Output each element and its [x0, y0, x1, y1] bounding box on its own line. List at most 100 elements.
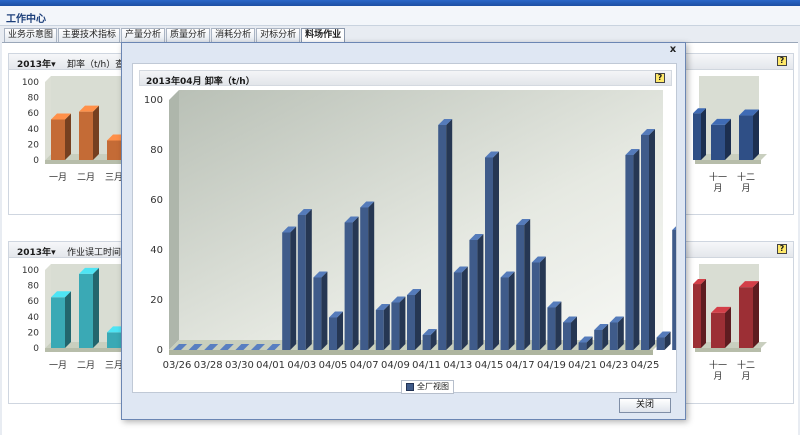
app-title: 工作中心	[6, 14, 46, 25]
bar-二月	[79, 267, 99, 348]
x-tick-label: 04/23	[599, 360, 628, 371]
y-tick-label: 100	[22, 78, 39, 88]
bar-day-17-side	[446, 119, 453, 350]
bar-day-20-side	[493, 151, 499, 350]
tab-2[interactable]: 产量分析	[121, 28, 166, 42]
bar-day-8-front	[297, 215, 306, 350]
legend-swatch	[406, 383, 414, 391]
x-tick-label: 03/30	[225, 360, 254, 371]
bar-day-18-side	[461, 266, 468, 350]
dialog-body: 2013年04月 卸率（t/h） ? 0 20 40 60 80 100 03/26 03/2…	[132, 63, 677, 394]
x-tick-label: 04/19	[537, 360, 566, 371]
close-icon[interactable]: x	[667, 45, 679, 56]
x-tick-label: 十二	[737, 359, 755, 371]
chart-legend[interactable]: 全厂视图	[401, 380, 454, 394]
floor-front-right	[695, 160, 761, 164]
x-tick-label: 月	[713, 371, 722, 382]
help-icon[interactable]: ?	[777, 56, 787, 66]
bar-right-0-side	[725, 306, 731, 348]
bar-day-29-side	[633, 149, 640, 350]
bar-day-13	[375, 304, 390, 350]
tab-1[interactable]: 主要技术指标	[58, 28, 121, 42]
bar-day-8	[297, 209, 312, 350]
bar-day-28	[609, 316, 624, 350]
x-tick-label: 04/07	[350, 360, 379, 371]
y-tick-label: 20	[28, 140, 40, 150]
x-tick-label: 03/26	[163, 360, 192, 371]
x-tick-label: 04/09	[381, 360, 410, 371]
bar-day-22-front	[516, 225, 525, 350]
y-tick-label: 0	[33, 156, 39, 166]
bar-一月	[51, 113, 71, 160]
bar-day-13-side	[383, 304, 390, 350]
bar-day-19-side	[477, 234, 484, 350]
tab-4[interactable]: 消耗分析	[211, 28, 256, 42]
y-tick-label: 80	[28, 94, 40, 104]
bar-二月-side	[93, 105, 99, 160]
y-tick-label: 60	[150, 195, 163, 206]
bar-day-28-front	[609, 322, 618, 350]
y-tick-label: 40	[28, 313, 40, 323]
bar-day-31-front	[656, 337, 665, 350]
bar-二月-front	[79, 111, 93, 160]
help-icon[interactable]: ?	[777, 244, 787, 254]
bar-day-23	[531, 256, 546, 350]
bar-day-30	[641, 129, 655, 350]
bar-day-29	[625, 149, 640, 350]
x-tick-label: 一月	[49, 360, 67, 371]
bar-day-29-front	[625, 155, 634, 350]
bar-day-14	[391, 296, 406, 350]
x-tick-label: 月	[713, 183, 722, 194]
y-tick-label: 0	[33, 344, 39, 354]
y-tick-label: 100	[144, 95, 163, 106]
bar-day-23-side	[539, 256, 546, 350]
x-tick-label: 04/11	[412, 360, 441, 371]
bar-day-14-side	[399, 296, 406, 350]
x-tick-label: 04/13	[443, 360, 472, 371]
x-tick-label: 十二	[737, 171, 755, 183]
x-tick-label: 二月	[77, 360, 95, 371]
bar-right-1-front	[739, 287, 753, 348]
bar-partial-side	[701, 108, 706, 160]
bar-right-1-side	[753, 109, 759, 160]
floor-front-right	[695, 348, 761, 352]
y-tick-label: 0	[157, 345, 163, 356]
bar-right-1	[739, 281, 759, 348]
tab-0[interactable]: 业务示意图	[4, 28, 58, 42]
y-tick-label: 60	[28, 297, 40, 307]
x-tick-label: 十一	[709, 359, 727, 371]
bar-day-32-top	[672, 226, 676, 230]
bar-day-10	[329, 311, 343, 350]
bar-day-19	[469, 234, 484, 350]
bar-day-11-front	[344, 222, 353, 350]
bar-day-22	[516, 219, 531, 350]
tab-6[interactable]: 料场作业	[301, 28, 346, 42]
y-tick-label: 60	[28, 109, 40, 119]
x-tick-label: 04/05	[319, 360, 348, 371]
bar-day-21-front	[500, 277, 509, 350]
close-button[interactable]: 关闭	[619, 398, 671, 413]
y-tick-label: 80	[28, 282, 40, 292]
help-icon[interactable]: ?	[655, 73, 665, 83]
bar-day-12-side	[368, 201, 375, 350]
bar-day-19-front	[469, 240, 478, 350]
floor-front-left	[45, 348, 127, 352]
bar-day-27-front	[594, 330, 603, 350]
bar-day-8-side	[305, 209, 312, 350]
y-tick-label: 20	[28, 328, 40, 338]
bar-day-7-side	[290, 226, 297, 350]
y-tick-label: 20	[150, 295, 163, 306]
year-selector[interactable]: 2013年▾	[17, 57, 56, 70]
bar-partial-side	[701, 279, 706, 348]
bar-day-17	[438, 119, 453, 350]
year-selector[interactable]: 2013年▾	[17, 245, 56, 258]
bar-day-25-front	[563, 322, 571, 350]
bar-day-32	[672, 226, 676, 350]
tab-5[interactable]: 对标分析	[256, 28, 301, 42]
x-tick-label: 月	[741, 371, 750, 382]
x-tick-label: 04/17	[506, 360, 535, 371]
tab-3[interactable]: 质量分析	[166, 28, 211, 42]
bar-day-18	[453, 266, 468, 350]
bar-day-9	[313, 271, 328, 350]
bar-day-7	[282, 226, 297, 350]
